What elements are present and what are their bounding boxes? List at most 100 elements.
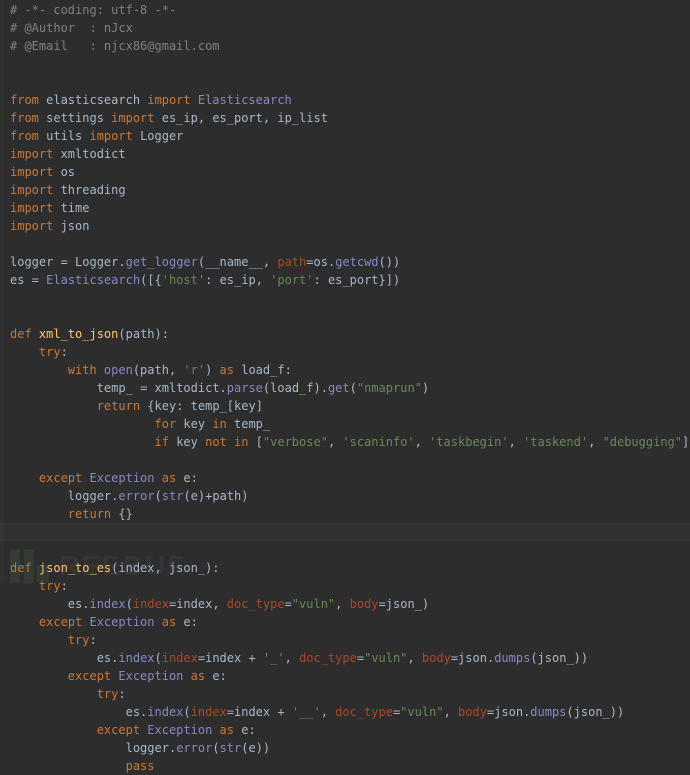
code-line[interactable]: es.index(index=index + '_', doc_type="vu… [10, 649, 690, 667]
code-line[interactable]: pass [10, 757, 690, 775]
token-keyword: as [162, 615, 184, 629]
token-ident: xmltodict [155, 381, 220, 395]
code-line[interactable] [10, 541, 690, 559]
code-line[interactable]: def xml_to_json(path): [10, 325, 690, 343]
code-line[interactable] [10, 73, 690, 91]
token-kwarg: doc_type [335, 705, 393, 719]
token-builtin: dumps [494, 651, 530, 665]
token-ident: utils [46, 129, 89, 143]
code-line[interactable] [10, 235, 690, 253]
code-line[interactable]: try: [10, 343, 690, 361]
token-ident: e [248, 741, 255, 755]
code-line[interactable]: except Exception as e: [10, 721, 690, 739]
token-punct: ( [530, 651, 537, 665]
token-punct: ( [183, 705, 190, 719]
code-line[interactable]: from settings import es_ip, es_port, ip_… [10, 109, 690, 127]
code-line[interactable]: except Exception as e: [10, 469, 690, 487]
token-punct: = [61, 255, 75, 269]
code-line[interactable]: logger.error(str(e)+path) [10, 487, 690, 505]
token-punct: , [335, 597, 349, 611]
token-ident: json [458, 651, 487, 665]
code-line[interactable]: import threading [10, 181, 690, 199]
code-line[interactable]: es.index(index=index + '__', doc_type="v… [10, 703, 690, 721]
token-keyword: except [97, 723, 148, 737]
token-ident: key [234, 399, 256, 413]
code-line[interactable]: logger = Logger.get_logger(__name__, pat… [10, 253, 690, 271]
token-punct: . [111, 651, 118, 665]
token-string: "vuln" [364, 651, 407, 665]
code-line[interactable]: try: [10, 631, 690, 649]
token-punct: ]} [682, 435, 690, 449]
token-string: 'host' [162, 273, 205, 287]
token-plain [10, 615, 39, 629]
token-string: "nmaprun" [357, 381, 422, 395]
token-builtin: str [220, 741, 242, 755]
code-line[interactable]: return {} [10, 505, 690, 523]
token-ident: index [205, 651, 248, 665]
code-line[interactable]: # -*- coding: utf-8 -*- [10, 1, 690, 19]
code-line[interactable]: try: [10, 577, 690, 595]
code-line[interactable] [10, 289, 690, 307]
code-line[interactable]: import xmltodict [10, 145, 690, 163]
token-keyword: from [10, 111, 46, 125]
token-ident: os [314, 255, 328, 269]
token-keyword: try [39, 579, 61, 593]
token-comment: # @Email : njcx86@gmail.com [10, 39, 220, 53]
token-ident: logger [68, 489, 111, 503]
token-plain [10, 669, 68, 683]
token-keyword: import [89, 129, 140, 143]
token-builtin: parse [227, 381, 263, 395]
code-line[interactable]: except Exception as e: [10, 613, 690, 631]
code-line[interactable]: temp_ = xmltodict.parse(load_f).get("nma… [10, 379, 690, 397]
code-line[interactable]: for key in temp_ [10, 415, 690, 433]
token-punct: ) [205, 363, 219, 377]
code-line[interactable]: from elasticsearch import Elasticsearch [10, 91, 690, 109]
code-line[interactable]: from utils import Logger [10, 127, 690, 145]
token-string: 'taskbegin' [429, 435, 508, 449]
token-punct: : [118, 687, 125, 701]
token-string: 'r' [183, 363, 205, 377]
code-line[interactable]: except Exception as e: [10, 667, 690, 685]
code-line[interactable]: return {key: temp_[key] [10, 397, 690, 415]
token-kwarg: body [458, 705, 487, 719]
token-punct: , [407, 651, 421, 665]
code-line[interactable]: import json [10, 217, 690, 235]
token-ident: threading [61, 183, 126, 197]
token-keyword: except [39, 471, 90, 485]
token-plain [10, 435, 155, 449]
token-ident: elasticsearch [46, 93, 147, 107]
token-string: "debugging" [603, 435, 682, 449]
code-line[interactable]: # @Author : nJcx [10, 19, 690, 37]
code-line[interactable] [10, 55, 690, 73]
code-editor[interactable]: # -*- coding: utf-8 -*-# @Author : nJcx #… [0, 0, 690, 775]
token-punct: , [444, 705, 458, 719]
token-punct: , [212, 597, 226, 611]
code-line[interactable]: es = Elasticsearch([{'host': es_ip, 'por… [10, 271, 690, 289]
code-line[interactable] [10, 451, 690, 469]
code-line[interactable]: if key not in ["verbose", 'scaninfo', 't… [10, 433, 690, 451]
code-line[interactable]: import os [10, 163, 690, 181]
token-punct: [ [227, 399, 234, 413]
code-line[interactable]: def json_to_es(index, json_): [10, 559, 690, 577]
code-line[interactable]: es.index(index=index, doc_type="vuln", b… [10, 595, 690, 613]
token-builtin: Exception [118, 669, 190, 683]
token-punct: : [220, 669, 227, 683]
code-line[interactable]: import time [10, 199, 690, 217]
token-punct: , [263, 255, 277, 269]
token-ident: e [191, 489, 198, 503]
token-ident: es [97, 651, 111, 665]
code-line[interactable]: with open(path, 'r') as load_f: [10, 361, 690, 379]
token-punct: ( [212, 741, 219, 755]
token-punct: = [451, 651, 458, 665]
token-ident: settings [46, 111, 111, 125]
token-keyword: try [39, 345, 61, 359]
code-line[interactable]: try: [10, 685, 690, 703]
token-keyword: import [10, 165, 61, 179]
code-line[interactable]: # @Email : njcx86@gmail.com [10, 37, 690, 55]
code-line[interactable]: logger.error(str(e)) [10, 739, 690, 757]
token-builtin: Elasticsearch [46, 273, 140, 287]
code-line[interactable] [10, 307, 690, 325]
token-keyword: except [39, 615, 90, 629]
token-ident: json_ [386, 597, 422, 611]
token-keyword: def [10, 327, 39, 341]
